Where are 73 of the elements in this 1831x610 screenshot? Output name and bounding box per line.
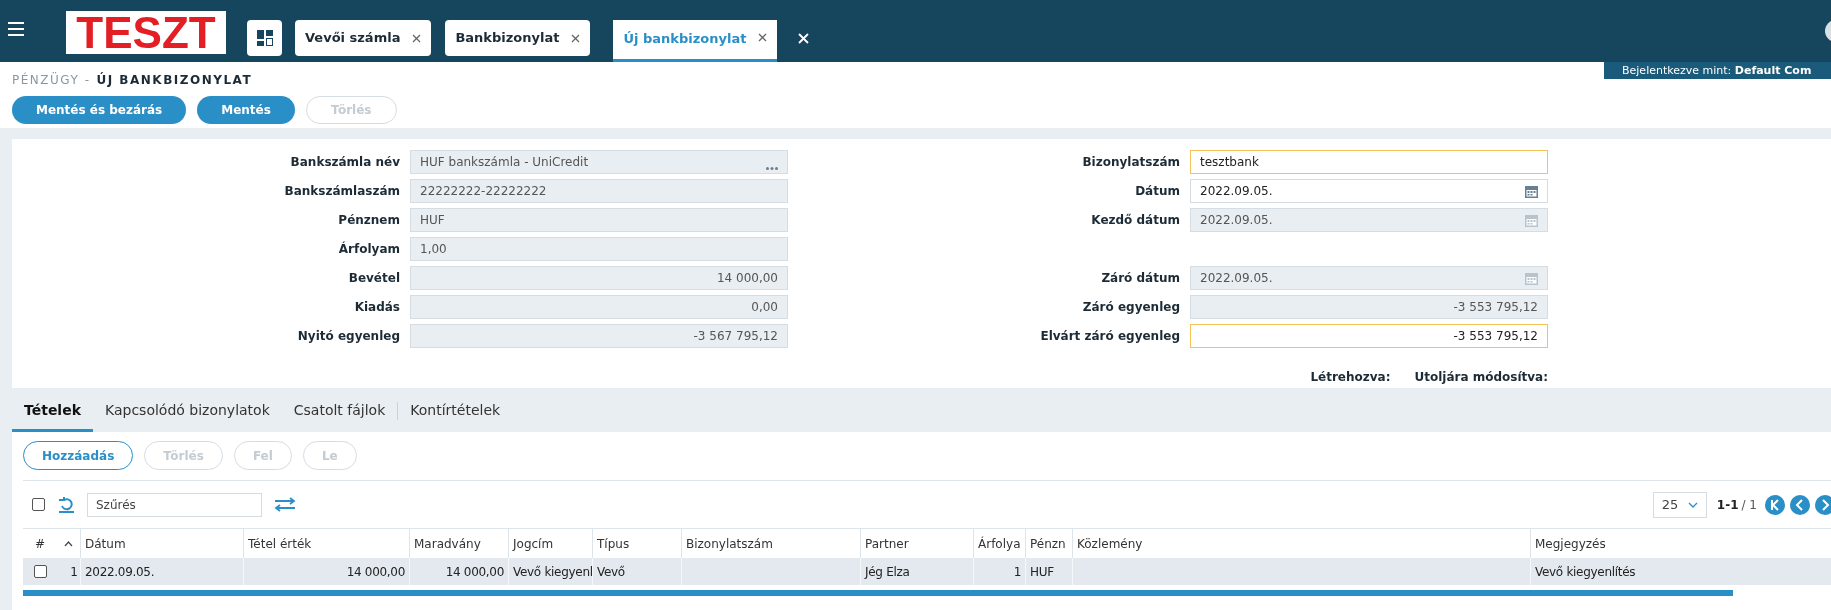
field-label: Záró dátum [1100, 270, 1180, 287]
close-icon[interactable] [571, 33, 581, 43]
field-label: Bevétel [347, 270, 400, 287]
field-label: Pénznem [337, 212, 400, 229]
tab[interactable]: Bankbizonylat [445, 20, 591, 56]
table-cell-text: Vevő kiegyenl [513, 563, 593, 581]
page-size-select[interactable]: 25 [1652, 491, 1707, 518]
field-label: Kiadás [353, 299, 400, 316]
table-cell-text: Vevő [597, 563, 625, 581]
action-button[interactable]: Mentés és bezárás [12, 96, 187, 124]
field-label: Bankszámla név [289, 154, 400, 171]
grid-icon [256, 30, 273, 46]
first-page-icon[interactable] [1765, 494, 1785, 515]
table-cell-text: Jég Elza [865, 563, 910, 581]
select-all-checkbox[interactable] [32, 498, 45, 511]
table-cell-text: 14 000,00 [346, 563, 405, 581]
toolbar-button[interactable]: Hozzáadás [23, 441, 134, 470]
table-cell-text: HUF [1030, 563, 1054, 581]
tab[interactable]: Kapcsolódó bizonylatok [93, 396, 282, 432]
refresh-icon[interactable] [58, 496, 75, 513]
close-icon[interactable] [758, 33, 768, 42]
meta-label: Létrehozva: [1310, 369, 1391, 386]
input-field[interactable]: 14 000,00 [410, 266, 788, 290]
meta-label: Utoljára módosítva: [1414, 369, 1548, 386]
field-label: Bankszámlaszám [283, 183, 400, 200]
column-header: # [34, 535, 46, 553]
field-label: Bizonylatszám [1081, 154, 1180, 171]
close-icon[interactable] [412, 33, 422, 43]
tab[interactable]: Új bankbizonylat [613, 20, 778, 62]
field-label: Elvárt záró egyenleg [1039, 328, 1180, 345]
filter-field[interactable]: Szűrés [87, 492, 262, 517]
chevron-down-icon [1687, 501, 1698, 508]
swap-icon[interactable] [274, 497, 296, 512]
page-range: 1-1 [1716, 496, 1739, 514]
input-field[interactable]: 22222222-22222222 [410, 179, 788, 203]
sort-icon[interactable] [64, 540, 73, 547]
more-icon[interactable] [766, 167, 778, 170]
logo: TESZT [66, 11, 226, 54]
menu-icon[interactable] [8, 22, 24, 36]
row-number: 1 [70, 563, 78, 581]
field-label: Nyitó egyenleg [296, 328, 400, 345]
tab[interactable]: Csatolt fájlok [281, 396, 398, 432]
table-cell-text: 1 [1013, 563, 1021, 581]
row-checkbox[interactable] [33, 565, 47, 578]
tab[interactable]: Vevői számla [295, 20, 432, 56]
input-field[interactable]: -3 553 795,12 [1190, 324, 1548, 348]
table-cell-text: 14 000,00 [445, 563, 504, 581]
input-field[interactable]: 1,00 [410, 237, 788, 261]
previous-page-icon[interactable] [1790, 494, 1810, 515]
input-field[interactable]: -3 553 795,12 [1190, 295, 1548, 319]
table-cell-text: Vevő kiegyenlítés [1535, 563, 1636, 581]
dashboard-button[interactable] [247, 20, 282, 56]
page-title: ÚJ BANKBIZONYLAT [96, 71, 253, 89]
input-field[interactable]: 0,00 [410, 295, 788, 319]
next-page-icon[interactable] [1815, 494, 1831, 515]
action-button[interactable]: Mentés [197, 96, 295, 124]
input-field[interactable]: 2022.09.05. [1190, 179, 1548, 203]
page-total: / 1 [1741, 496, 1757, 514]
input-field[interactable]: tesztbank [1190, 150, 1548, 174]
field-label: Záró egyenleg [1081, 299, 1180, 316]
input-field[interactable]: -3 567 795,12 [410, 324, 788, 348]
logged-in-user: Bejelentkezve mint: Default Com [1604, 62, 1831, 79]
field-label: Dátum [1134, 183, 1180, 200]
input-field[interactable]: 2022.09.05. [1190, 266, 1548, 290]
calendar-icon[interactable] [1525, 184, 1538, 198]
field-label: Árfolyam [337, 240, 400, 258]
horizontal-scrollbar[interactable] [23, 590, 1733, 596]
field-label: Kezdő dátum [1090, 212, 1180, 229]
table-cell-text: 2022.09.05. [85, 563, 155, 581]
input-field[interactable]: HUF [410, 208, 788, 232]
tab[interactable]: Kontírtételek [398, 396, 513, 432]
input-field[interactable]: 2022.09.05. [1190, 208, 1548, 232]
input-field[interactable]: HUF bankszámla - UniCredit [410, 150, 788, 174]
